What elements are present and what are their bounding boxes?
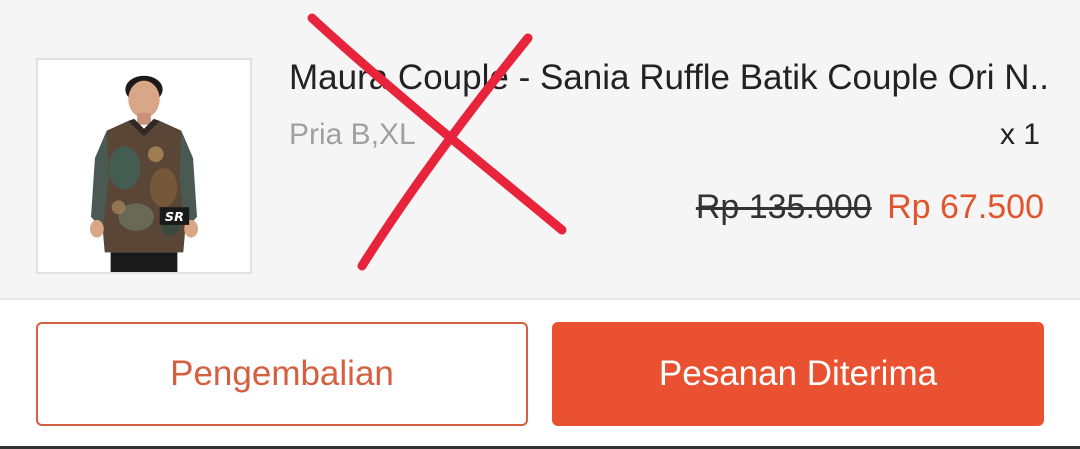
product-quantity: x 1: [999, 118, 1040, 151]
price-row: Rp 135.000 Rp 67.500: [696, 188, 1044, 227]
sr-watermark: SR: [165, 210, 184, 225]
product-image[interactable]: SR: [36, 58, 252, 274]
product-variant: Pria B,XL: [289, 118, 416, 151]
original-price: Rp 135.000: [695, 188, 872, 226]
return-button[interactable]: Pengembalian: [36, 322, 528, 426]
order-received-button[interactable]: Pesanan Diterima: [552, 322, 1044, 426]
order-item-card[interactable]: SR Maura Couple - Sania Ruffle Batik Cou…: [0, 0, 1080, 300]
sale-price: Rp 67.500: [887, 188, 1044, 226]
batik-shirt-model-photo: SR: [90, 75, 198, 272]
product-title[interactable]: Maura Couple - Sania Ruffle Batik Couple…: [289, 58, 1049, 98]
